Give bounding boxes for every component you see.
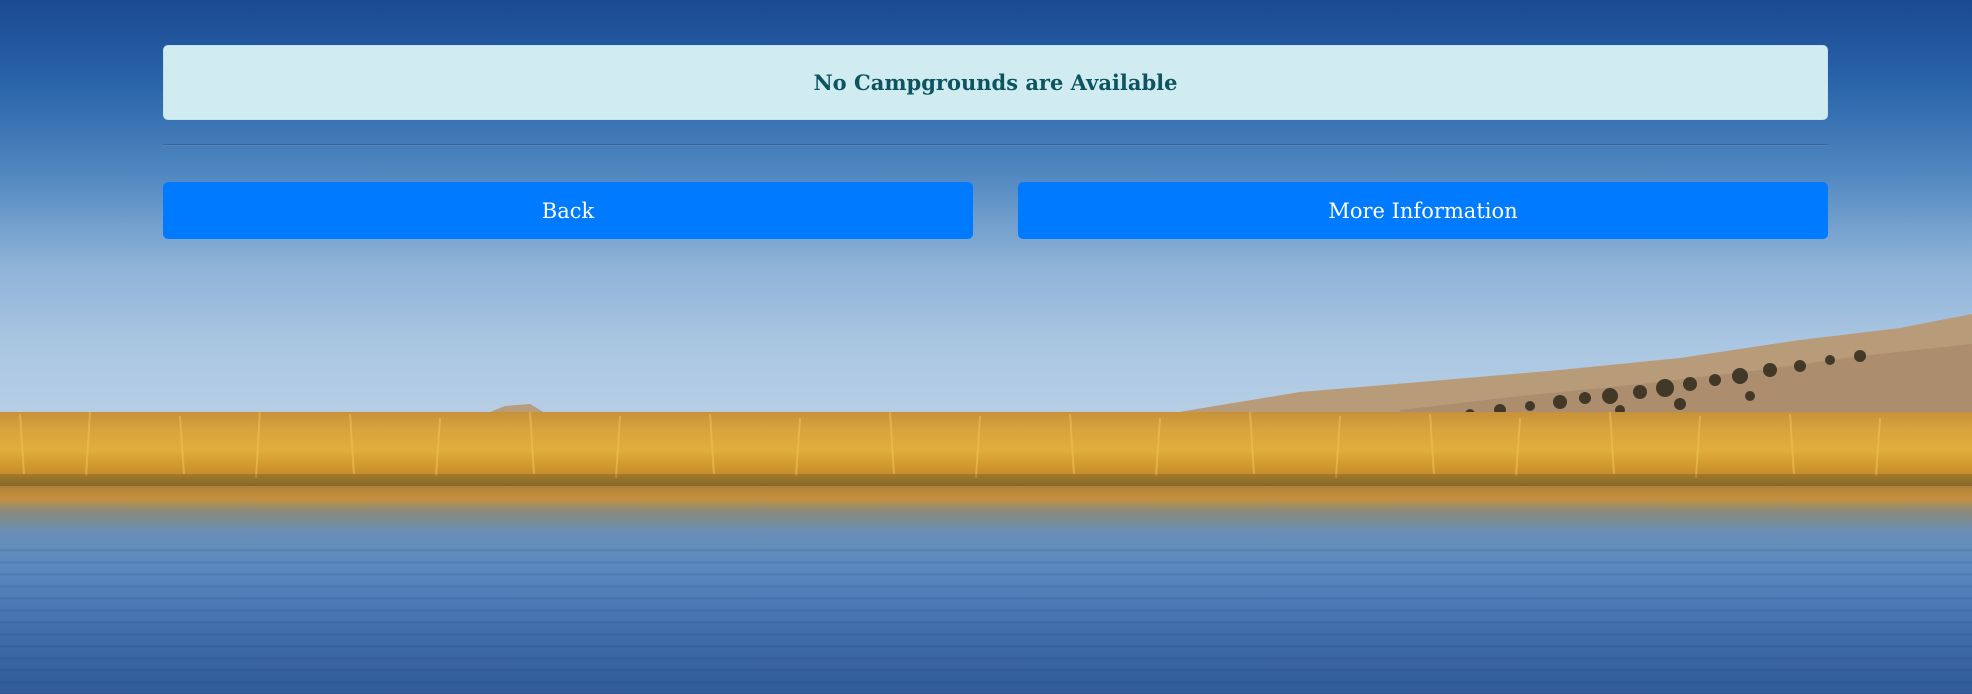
more-information-button-label: More Information	[1328, 198, 1518, 223]
alert-message: No Campgrounds are Available	[813, 70, 1178, 95]
back-button-label: Back	[541, 198, 595, 223]
section-divider	[163, 144, 1828, 146]
background-water-ripples	[0, 540, 1972, 694]
main-container: No Campgrounds are Available Back More I…	[163, 45, 1828, 239]
more-information-button[interactable]: More Information	[1018, 182, 1828, 239]
back-button[interactable]: Back	[163, 182, 973, 239]
background-scene: No Campgrounds are Available Back More I…	[0, 0, 1972, 694]
action-buttons: Back More Information	[163, 182, 1828, 239]
no-campgrounds-alert: No Campgrounds are Available	[163, 45, 1828, 120]
background-grass-texture	[0, 409, 1972, 494]
